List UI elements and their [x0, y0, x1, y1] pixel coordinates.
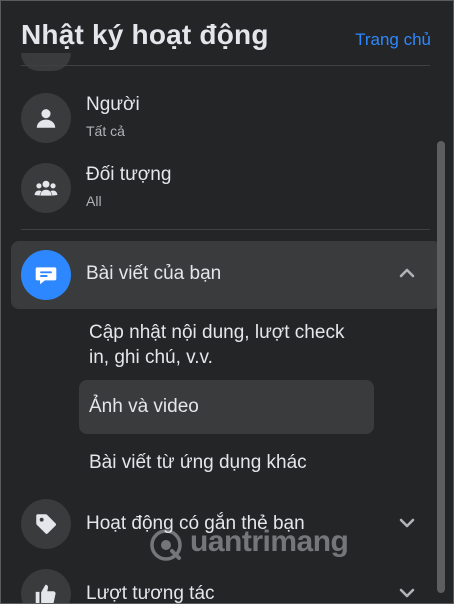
section-interactions[interactable]: Lượt tương tác — [11, 563, 441, 604]
chevron-down-icon[interactable] — [397, 513, 417, 533]
sub-item-updates[interactable]: Cập nhật nội dung, lượt check in, ghi ch… — [79, 320, 374, 372]
panel-header: Nhật ký hoạt động Trang chủ — [21, 19, 435, 63]
chevron-down-icon[interactable] — [397, 583, 417, 603]
filter-audience[interactable]: Đối tượng All — [11, 157, 441, 221]
quantrimang-logo — [150, 529, 182, 561]
header-divider — [21, 65, 430, 66]
tag-icon — [21, 499, 71, 549]
home-link[interactable]: Trang chủ — [355, 30, 431, 50]
person-icon — [21, 93, 71, 143]
page-title: Nhật ký hoạt động — [21, 19, 269, 50]
filter-audience-label: Đối tượng — [86, 164, 172, 185]
watermark-text: uantrimang — [190, 525, 349, 558]
sub-item-other-apps[interactable]: Bài viết từ ứng dụng khác — [79, 450, 374, 478]
section-interactions-label: Lượt tương tác — [86, 583, 215, 604]
thumbs-up-icon — [21, 569, 71, 603]
activity-log-panel: Nhật ký hoạt động Trang chủ Người Tất cả… — [0, 0, 454, 604]
watermark: uantrimang — [148, 521, 368, 567]
filter-audience-value: All — [86, 193, 102, 209]
filter-people-value: Tất cả — [86, 123, 125, 139]
scrollbar-thumb[interactable] — [437, 141, 445, 593]
filter-people[interactable]: Người Tất cả — [11, 87, 441, 151]
section-your-posts[interactable]: Bài viết của bạn — [11, 241, 441, 309]
section-your-posts-label: Bài viết của bạn — [86, 263, 222, 284]
filter-people-label: Người — [86, 94, 140, 115]
section-divider — [21, 229, 430, 230]
message-icon — [21, 250, 71, 300]
sub-item-photos-videos[interactable]: Ảnh và video — [79, 380, 374, 434]
chevron-up-icon[interactable] — [397, 263, 417, 283]
people-group-icon — [21, 163, 71, 213]
